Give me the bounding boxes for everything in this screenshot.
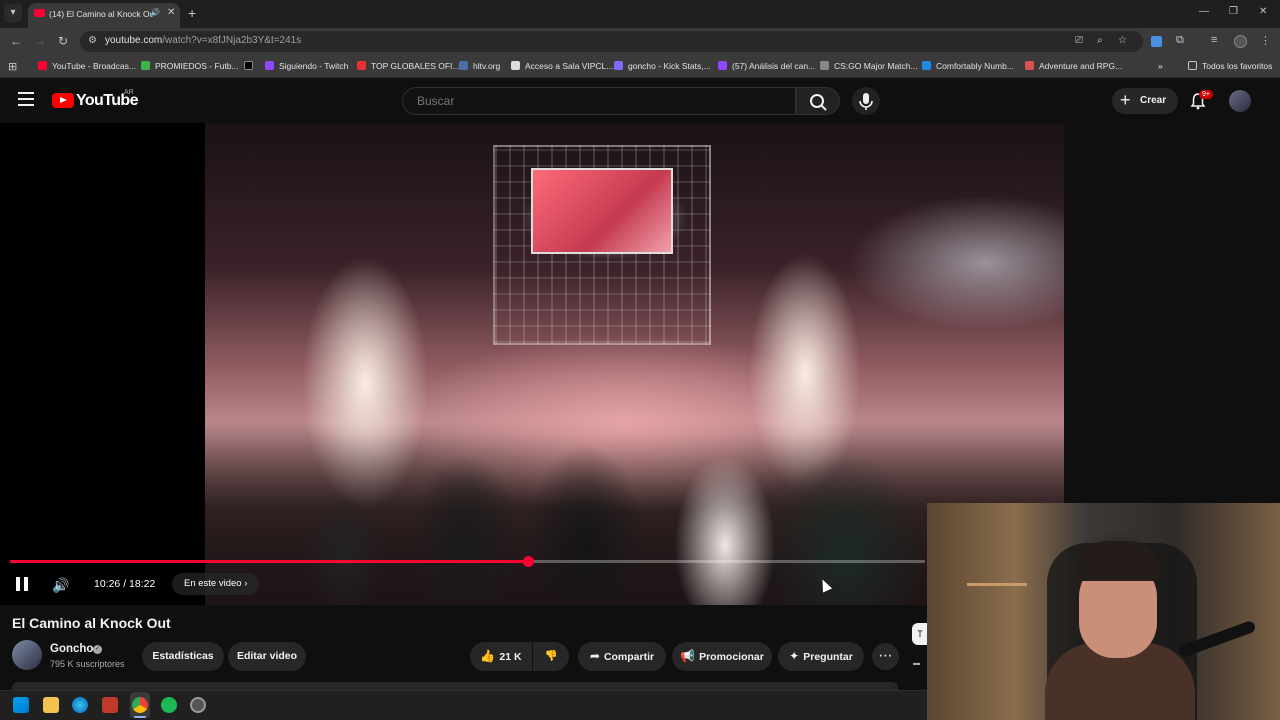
back-icon[interactable]: ← [10,34,22,48]
microphone-icon [859,93,873,110]
video-player[interactable]: 🔊 10:26 / 18:22 En este video › [0,123,1064,605]
cast-icon[interactable]: ⎚ [1075,35,1083,46]
thumbs-down-icon: 👎 [544,650,558,662]
tab-search-icon[interactable]: ▾ [4,4,22,22]
progress-bar[interactable] [10,556,925,567]
reload-icon[interactable]: ↻ [58,34,68,48]
chapter-button[interactable]: En este video › [172,573,260,595]
bookmark-item[interactable]: CS:GO Major Match... [820,61,918,71]
windows-start-icon[interactable] [13,697,29,713]
file-explorer-icon[interactable] [43,697,59,713]
restore-icon[interactable]: ❐ [1229,6,1238,17]
search-icon [810,94,827,111]
search-button[interactable] [796,87,840,115]
video-title: El Camino al Knock Out [12,615,171,631]
bookmark-item[interactable]: YouTube - Broadcas... [38,61,136,71]
youtube-favicon-icon [34,9,45,17]
chrome-icon[interactable] [132,697,148,713]
share-button[interactable]: ➦ Compartir [578,642,666,671]
bookmark-item[interactable]: Siguiendo - Twitch [265,61,348,71]
star-icon[interactable]: ☆ [1118,35,1127,46]
minimize-icon[interactable]: — [1199,6,1209,17]
edge-icon[interactable] [72,697,88,713]
settings-app-icon[interactable] [190,697,206,713]
address-bar[interactable]: ⚙ youtube.com/watch?v=x8fJNja2b3Y&t=241s… [80,31,1143,52]
zoom-icon[interactable]: ⌕ [1097,35,1103,46]
close-tab-icon[interactable]: ✕ [167,7,175,18]
bookmarks-overflow-icon[interactable]: » [1158,61,1163,71]
bookmark-item[interactable]: hltv.org [459,61,500,71]
spotify-icon[interactable] [161,697,177,713]
apps-grid-icon[interactable]: ⊞ [8,60,17,73]
extension-icon[interactable] [1151,36,1162,47]
site-info-icon[interactable]: ⚙ [88,35,97,46]
forward-icon[interactable]: → [34,34,46,48]
promote-button[interactable]: 📢 Promocionar [672,642,772,671]
bookmarks-bar: ⊞ YouTube - Broadcas... PROMIEDOS - Futb… [0,55,1280,78]
subscriber-count: 795 K suscriptores [50,659,125,669]
volume-icon[interactable]: 🔊 [52,577,69,594]
bookmark-item[interactable]: Comfortably Numb... [922,61,1014,71]
verified-icon: ✓ [93,645,102,654]
streamer-hair [1075,541,1161,581]
bookmark-item[interactable]: (57) Análisis del can... [718,61,815,71]
create-button[interactable]: + Crear [1112,88,1178,114]
thumbs-up-icon: 👍 [480,649,496,663]
media-icon[interactable]: ≡ [1211,34,1217,46]
bookmark-item[interactable]: Adventure and RPG... [1025,61,1122,71]
kebab-menu-icon[interactable]: ⋮ [1260,34,1271,47]
chevron-right-icon: › [244,578,248,589]
voice-search-button[interactable] [852,87,880,115]
channel-avatar[interactable] [12,640,42,670]
time-display: 10:26 / 18:22 [94,578,156,590]
bookmark-item[interactable]: PROMIEDOS - Futb... [141,61,239,71]
sparkle-icon: ✦ [789,649,800,663]
shelf [967,583,1027,586]
bookmark-item[interactable]: TOP GLOBALES OFI... [357,61,460,71]
profile-icon[interactable] [1234,35,1247,48]
megaphone-icon: 📢 [680,649,696,663]
progress-fill [10,560,529,563]
edit-video-button[interactable]: Editar video [228,642,306,671]
more-actions-icon[interactable]: ⋯ [872,643,899,670]
channel-name[interactable]: Goncho [50,643,93,655]
youtube-logo-icon[interactable] [52,93,74,108]
search-input[interactable] [417,94,777,108]
description-box[interactable] [12,682,898,690]
stats-button[interactable]: Estadísticas [142,642,224,671]
close-window-icon[interactable]: ✕ [1259,6,1267,17]
extensions-icon[interactable]: ⧉ [1176,34,1184,47]
stage-screen [531,168,673,254]
share-icon: ➦ [589,649,600,663]
create-label: Crear [1140,95,1167,106]
bookmark-x-icon[interactable] [244,61,258,71]
browser-toolbar: ← → ↻ ⚙ youtube.com/watch?v=x8fJNja2b3Y&… [0,28,1280,55]
audio-playing-icon[interactable]: 🔊 [150,8,160,17]
notifications-badge: 9+ [1199,90,1213,99]
all-bookmarks-folder[interactable]: Todos los favoritos [1188,61,1272,71]
account-avatar[interactable] [1229,90,1251,112]
tab-title: (14) El Camino al Knock Out [49,9,153,19]
ask-button[interactable]: ✦ Preguntar [778,642,864,671]
dislike-button[interactable]: 👎 [533,642,569,671]
pause-icon[interactable] [16,577,30,591]
bookmark-item[interactable]: Acceso a Sala VIPCL... [511,61,613,71]
app-icon[interactable] [102,697,118,713]
hamburger-menu-icon[interactable] [18,92,34,106]
side-chip[interactable]: T [912,623,928,645]
bookmark-item[interactable]: goncho - Kick Stats,... [614,61,711,71]
like-button[interactable]: 👍 21 K [470,642,532,671]
youtube-header: YouTube AR + Crear 9+ [0,78,1280,123]
plus-icon: + [1120,90,1131,110]
side-mini-thumbnail[interactable]: ▬ [913,660,920,667]
browser-tab-active[interactable]: (14) El Camino al Knock Out 🔊 ✕ [28,3,180,28]
browser-tab-strip: ▾ (14) El Camino al Knock Out 🔊 ✕ + — ❐ … [0,0,1280,28]
country-code: AR [124,89,134,96]
webcam-overlay [927,503,1280,720]
url-text[interactable]: youtube.com/watch?v=x8fJNja2b3Y&t=241s [105,35,301,46]
search-box[interactable] [402,87,796,115]
new-tab-icon[interactable]: + [188,5,196,21]
active-app-indicator [134,716,146,718]
